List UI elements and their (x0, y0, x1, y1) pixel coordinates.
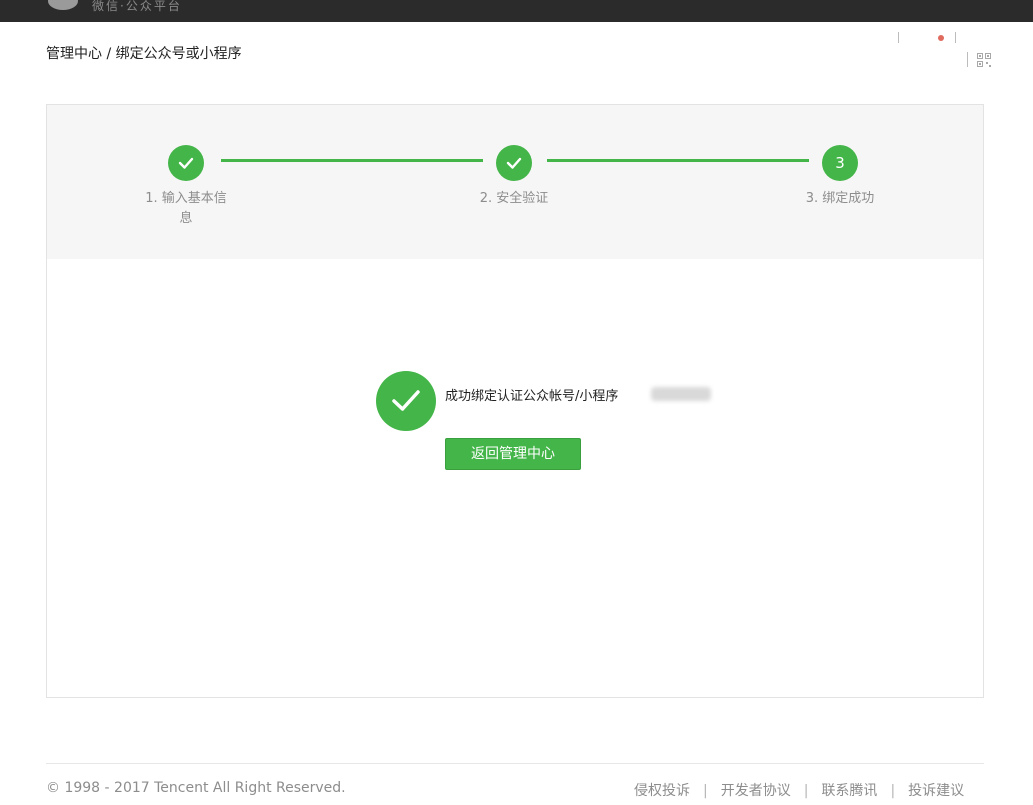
step-1-label: 1. 输入基本信 息 (136, 189, 236, 229)
divider: | (890, 783, 896, 799)
step-3-label: 3. 绑定成功 (805, 191, 875, 206)
divider (955, 32, 956, 43)
divider (898, 32, 899, 43)
step-2-label: 2. 安全验证 (479, 191, 549, 206)
top-bar: 微信·公众平台 (0, 0, 1033, 22)
step-1-label-line1: 1. 输入基本信 (145, 191, 227, 206)
footer-link-dev-agreement[interactable]: 开发者协议 (721, 783, 791, 799)
qr-code-icon[interactable] (977, 53, 991, 67)
divider (967, 52, 968, 67)
divider: | (803, 783, 809, 799)
step-1-label-line2: 息 (179, 211, 193, 226)
copyright: © 1998 - 2017 Tencent All Right Reserved… (46, 780, 346, 796)
step-progress: 3 1. 输入基本信 息 2. 安全验证 3. 绑定成功 (47, 105, 983, 259)
bind-result-panel: 3 1. 输入基本信 息 2. 安全验证 3. 绑定成功 成功绑定认证公众帐号/… (46, 104, 984, 698)
account-name-redacted (651, 387, 711, 401)
brand-title: 微信·公众平台 (92, 0, 182, 13)
footer-link-complaint[interactable]: 投诉建议 (908, 783, 964, 799)
step-2-done (496, 145, 532, 181)
footer-links: 侵权投诉 | 开发者协议 | 联系腾讯 | 投诉建议 (634, 780, 964, 800)
check-circle-icon (376, 371, 436, 431)
notification-dot-icon[interactable] (938, 35, 944, 41)
divider: | (703, 783, 708, 799)
footer-link-infringement[interactable]: 侵权投诉 (634, 783, 690, 799)
check-icon (506, 157, 522, 169)
header-tools (880, 30, 1000, 70)
breadcrumb: 管理中心 / 绑定公众号或小程序 (46, 46, 242, 62)
footer-link-contact[interactable]: 联系腾讯 (821, 783, 877, 799)
step-3-current: 3 (822, 145, 858, 181)
wechat-logo-icon[interactable] (48, 0, 78, 10)
step-1-done (168, 145, 204, 181)
step-connector (547, 159, 809, 162)
success-message: 成功绑定认证公众帐号/小程序 (445, 389, 619, 404)
footer-divider (46, 763, 984, 764)
check-icon (178, 157, 194, 169)
step-connector (221, 159, 483, 162)
back-to-admin-button[interactable]: 返回管理中心 (445, 438, 581, 470)
